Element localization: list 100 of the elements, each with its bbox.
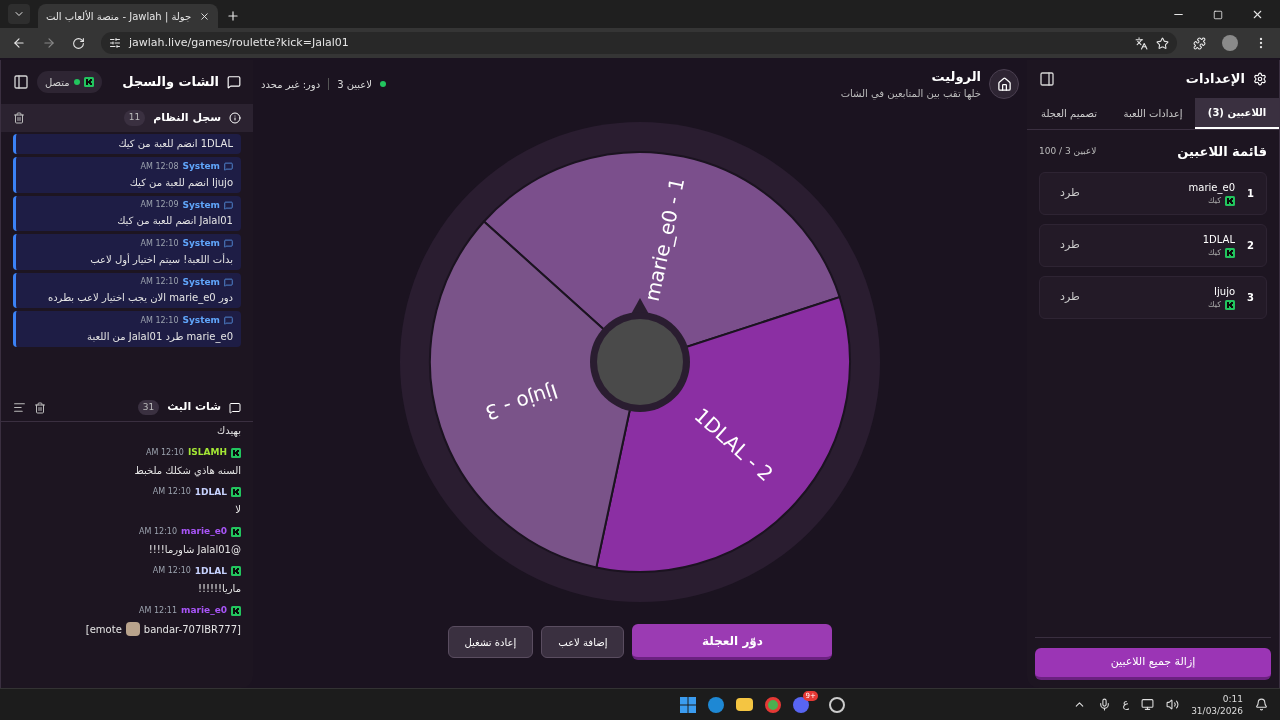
- restart-button[interactable]: إعادة تشغيل: [447, 626, 534, 658]
- tab[interactable]: إعدادات اللعبة: [1111, 98, 1195, 129]
- kick-player-button[interactable]: طرد: [1052, 288, 1088, 306]
- turn-status: دور: غير محدد: [261, 77, 321, 92]
- tab-title: جولة | Jawlah - منصة الألعاب الت: [46, 9, 192, 24]
- username: marie_e0: [181, 604, 227, 617]
- message-time: 12:08 AM: [140, 160, 179, 173]
- panel-title: الشات والسجل: [122, 73, 219, 92]
- kick-logo-icon: [1225, 247, 1236, 258]
- translate-icon[interactable]: [1135, 36, 1148, 50]
- remove-all-players-button[interactable]: إزالة جميع اللاعبين: [1035, 648, 1271, 680]
- new-tab-icon[interactable]: [226, 9, 241, 23]
- message-text: بهيدك: [216, 424, 241, 438]
- count-badge: 11: [123, 110, 146, 126]
- forward-icon[interactable]: [42, 36, 56, 50]
- game-subtitle: خلها تقب بين المتابعين في الشات: [840, 87, 981, 102]
- message-time: 12:10 AM: [146, 446, 184, 459]
- folder-icon[interactable]: [735, 698, 753, 711]
- log-text: 1DLAL انضم للعبة من كيك: [117, 137, 233, 151]
- close-window-icon[interactable]: [1251, 8, 1264, 21]
- log-text: Ijujo انضم للعبة من كيك: [128, 175, 233, 190]
- players-count: 3 لاعبين: [337, 77, 372, 92]
- log-text: بدأت اللعبة! سيتم اختيار أول لاعب: [89, 252, 233, 267]
- sender-name: System: [182, 314, 220, 327]
- message-text: لا: [234, 503, 241, 517]
- volume-icon[interactable]: [1166, 698, 1180, 711]
- reload-icon[interactable]: [72, 36, 85, 50]
- bookmark-icon[interactable]: [1156, 36, 1169, 50]
- spin-button[interactable]: دوّر العجلة: [632, 624, 833, 660]
- network-icon[interactable]: [1141, 698, 1155, 711]
- sender-name: System: [182, 237, 220, 250]
- windows-start-icon[interactable]: [679, 696, 696, 713]
- app-icon[interactable]: [828, 696, 845, 713]
- message-time: 12:11 AM: [139, 604, 178, 617]
- extensions-icon[interactable]: [1193, 36, 1206, 50]
- player-name: marie_e0: [1188, 180, 1236, 195]
- microphone-icon[interactable]: [1097, 698, 1111, 711]
- kick-player-button[interactable]: طرد: [1052, 236, 1088, 254]
- message-time: 12:10 AM: [140, 276, 179, 289]
- address-bar[interactable]: jawlah.live/games/roulette?kick=Jalal01: [101, 32, 1177, 54]
- back-icon[interactable]: [12, 36, 26, 50]
- message-text: [emote: [85, 622, 122, 637]
- game-title: الروليت: [930, 67, 981, 86]
- home-button[interactable]: [989, 69, 1019, 99]
- segment-label: marie_e0 - 1: [639, 175, 690, 304]
- browser-tab[interactable]: جولة | Jawlah - منصة الألعاب الت: [38, 4, 219, 28]
- kick-logo-icon: [231, 526, 241, 537]
- clock[interactable]: 0:11 31/03/2026: [1191, 692, 1243, 717]
- platform-label: كيك: [1208, 246, 1222, 259]
- username: 1DLAL: [194, 485, 227, 499]
- section-title: سجل النظام: [153, 109, 221, 126]
- message-time: 12:10 AM: [152, 486, 191, 499]
- kick-player-button[interactable]: طرد: [1052, 184, 1088, 202]
- log-text: دور marie_e0 الان يجب اختيار لاعب بطرده: [46, 291, 233, 305]
- home-icon: [996, 76, 1012, 92]
- username: marie_e0: [181, 525, 227, 538]
- keyboard-language[interactable]: ع: [1122, 696, 1130, 713]
- add-player-button[interactable]: إضافة لاعب: [541, 626, 625, 658]
- profile-avatar[interactable]: [1222, 35, 1238, 51]
- photo-placeholder: [125, 622, 140, 636]
- chrome-browser-icon[interactable]: [764, 696, 781, 713]
- kick-logo-icon: [231, 605, 241, 616]
- panel-title: الإعدادات: [1185, 70, 1245, 89]
- message-time: 12:09 AM: [140, 199, 179, 212]
- status-text: متصل: [45, 75, 70, 90]
- edge-browser-icon[interactable]: [707, 696, 724, 713]
- message-time: 12:10 AM: [152, 565, 191, 578]
- log-text: Jalal01 انضم للعبة من كيك: [116, 214, 233, 228]
- trash-icon[interactable]: [13, 112, 25, 124]
- platform-label: كيك: [1208, 298, 1222, 311]
- align-icon[interactable]: [13, 401, 26, 414]
- list-title: قائمة اللاعبين: [1177, 143, 1267, 161]
- message-text: السنه هاذي شكلك ملخبط: [133, 463, 241, 478]
- kick-logo-icon: [231, 487, 241, 498]
- kick-logo-icon: [1225, 299, 1236, 310]
- collapse-panel-icon[interactable]: [1039, 71, 1055, 87]
- notification-icon[interactable]: [1255, 698, 1268, 711]
- tab[interactable]: تصميم العجلة: [1027, 98, 1111, 129]
- site-settings-icon[interactable]: [109, 37, 121, 49]
- section-title: شات البث: [167, 399, 221, 416]
- username: 1DLAL: [194, 564, 227, 578]
- message-time: 12:10 AM: [140, 314, 179, 327]
- info-icon: [229, 112, 241, 124]
- count-badge: 31: [137, 399, 160, 416]
- maximize-icon[interactable]: [1213, 10, 1223, 20]
- player-number: 1: [1247, 186, 1254, 201]
- kick-logo-icon: [83, 77, 94, 87]
- player-name: Ijujo: [1214, 284, 1236, 299]
- close-icon[interactable]: [199, 10, 211, 22]
- tab[interactable]: اللاعبين (3): [1195, 98, 1279, 129]
- trash-icon[interactable]: [34, 401, 46, 414]
- kick-logo-icon: [1225, 195, 1236, 206]
- message-time: 12:10 AM: [139, 525, 178, 538]
- tab-list-button[interactable]: [8, 4, 30, 24]
- chat-icon: [229, 401, 241, 414]
- chat-app-icon[interactable]: [792, 696, 809, 713]
- collapse-panel-icon[interactable]: [13, 74, 29, 90]
- url-text: jawlah.live/games/roulette?kick=Jalal01: [129, 34, 349, 51]
- settings-icon: [1253, 72, 1267, 86]
- capacity-text: 100 / 3 لاعبين: [1039, 145, 1097, 158]
